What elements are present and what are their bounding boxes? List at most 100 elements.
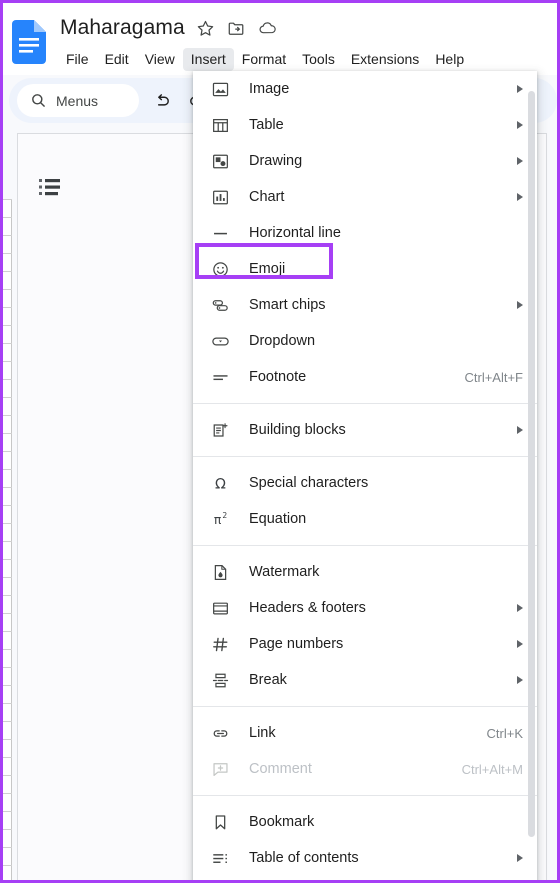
menu-insert[interactable]: Insert	[182, 47, 234, 71]
chart-icon	[209, 186, 231, 208]
menu-item-label: Emoji	[249, 261, 286, 277]
menu-item-label: Table of contents	[249, 850, 359, 866]
menu-item-label: Table	[249, 117, 284, 133]
chevron-right-icon	[517, 640, 523, 648]
equation-icon: π 2	[209, 508, 231, 530]
menu-item-label: Break	[249, 672, 287, 688]
insert-dropdown-menu[interactable]: Image Table Drawing Chart Horizontal lin…	[193, 71, 537, 880]
menu-item-footnote[interactable]: Footnote Ctrl+Alt+F	[193, 359, 537, 395]
link-icon	[209, 722, 231, 744]
chevron-right-icon	[517, 121, 523, 129]
svg-text:2: 2	[222, 511, 227, 520]
menu-item-label: Drawing	[249, 153, 303, 169]
horizontal-line-icon	[209, 222, 231, 244]
menu-view[interactable]: View	[137, 48, 183, 71]
break-icon	[209, 669, 231, 691]
menu-item-label: Special characters	[249, 475, 369, 491]
app-header: Maharagama File Edit View Insert Format …	[3, 3, 557, 75]
search-placeholder-label: Menus	[56, 92, 99, 109]
menu-file[interactable]: File	[58, 48, 97, 71]
menu-item-shortcut: Ctrl+K	[486, 725, 523, 741]
menu-item-horizontal-line[interactable]: Horizontal line	[193, 215, 537, 251]
chevron-right-icon	[517, 854, 523, 862]
search-input[interactable]: Menus	[17, 84, 139, 117]
menu-item-label: Building blocks	[249, 422, 346, 438]
watermark-icon	[209, 561, 231, 583]
footnote-icon	[209, 366, 231, 388]
chevron-right-icon	[517, 301, 523, 309]
menu-item-headers-footers[interactable]: Headers & footers	[193, 590, 537, 626]
menu-item-bookmark[interactable]: Bookmark	[193, 804, 537, 840]
menu-item-page-numbers[interactable]: Page numbers	[193, 626, 537, 662]
bookmark-icon	[209, 811, 231, 833]
google-docs-icon[interactable]	[12, 20, 46, 64]
move-to-folder-icon[interactable]	[227, 18, 247, 38]
menu-item-chart[interactable]: Chart	[193, 179, 537, 215]
menu-item-drawing[interactable]: Drawing	[193, 143, 537, 179]
smart-chips-icon	[209, 294, 231, 316]
menu-item-break[interactable]: Break	[193, 662, 537, 698]
menu-item-emoji[interactable]: Emoji	[193, 251, 537, 287]
menu-format[interactable]: Format	[234, 48, 294, 71]
building-blocks-icon	[209, 419, 231, 441]
menu-item-label: Smart chips	[249, 297, 326, 313]
svg-text:π: π	[213, 512, 221, 526]
chevron-right-icon	[517, 604, 523, 612]
menu-item-watermark[interactable]: Watermark	[193, 554, 537, 590]
menu-item-image[interactable]: Image	[193, 71, 537, 107]
menu-separator	[193, 706, 537, 707]
menu-edit[interactable]: Edit	[97, 48, 137, 71]
chevron-right-icon	[517, 85, 523, 93]
menu-item-label: Page numbers	[249, 636, 344, 652]
menu-separator	[193, 795, 537, 796]
menu-item-label: Bookmark	[249, 814, 315, 830]
menu-item-table-of-contents[interactable]: Table of contents	[193, 840, 537, 876]
menu-item-label: Chart	[249, 189, 285, 205]
chevron-right-icon	[517, 157, 523, 165]
menu-item-label: Comment	[249, 761, 312, 777]
drawing-icon	[209, 150, 231, 172]
svg-text:Ω: Ω	[215, 476, 226, 492]
menu-item-label: Footnote	[249, 369, 307, 385]
menu-item-label: Dropdown	[249, 333, 316, 349]
search-icon	[30, 92, 47, 109]
menu-item-dropdown[interactable]: Dropdown	[193, 323, 537, 359]
menu-item-shortcut: Ctrl+Alt+M	[461, 761, 523, 777]
menu-item-label: Equation	[249, 511, 307, 527]
menu-separator	[193, 403, 537, 404]
emoji-icon	[209, 258, 231, 280]
menu-item-shortcut: Ctrl+Alt+F	[464, 369, 523, 385]
menu-item-label: Image	[249, 81, 290, 97]
menu-tools[interactable]: Tools	[294, 48, 343, 71]
title-row: Maharagama	[60, 16, 278, 40]
menu-help[interactable]: Help	[427, 48, 472, 71]
menu-scrollbar-thumb[interactable]	[528, 91, 535, 837]
table-icon	[209, 114, 231, 136]
vertical-ruler	[3, 199, 12, 880]
page-title[interactable]: Maharagama	[60, 16, 185, 40]
menu-item-smart-chips[interactable]: Smart chips	[193, 287, 537, 323]
menu-separator	[193, 545, 537, 546]
menu-item-table[interactable]: Table	[193, 107, 537, 143]
image-icon	[209, 78, 231, 100]
menubar: File Edit View Insert Format Tools Exten…	[58, 47, 472, 71]
page-numbers-icon	[209, 633, 231, 655]
menu-item-special-characters[interactable]: Ω Special characters	[193, 465, 537, 501]
menu-extensions[interactable]: Extensions	[343, 48, 427, 71]
menu-item-link[interactable]: Link Ctrl+K	[193, 715, 537, 751]
menu-separator	[193, 456, 537, 457]
menu-item-comment: Comment Ctrl+Alt+M	[193, 751, 537, 787]
cloud-saved-icon[interactable]	[258, 18, 278, 38]
chevron-right-icon	[517, 193, 523, 201]
star-icon[interactable]	[196, 18, 216, 38]
menu-item-equation[interactable]: π 2 Equation	[193, 501, 537, 537]
menu-item-building-blocks[interactable]: Building blocks	[193, 412, 537, 448]
menu-item-label: Watermark	[249, 564, 320, 580]
menu-scrollbar[interactable]	[528, 91, 535, 875]
omega-icon: Ω	[209, 472, 231, 494]
undo-icon[interactable]	[151, 90, 173, 112]
screenshot-frame: Maharagama File Edit View Insert Format …	[0, 0, 560, 883]
headers-footers-icon	[209, 597, 231, 619]
menu-item-label: Horizontal line	[249, 225, 341, 241]
menu-item-label: Link	[249, 725, 276, 741]
